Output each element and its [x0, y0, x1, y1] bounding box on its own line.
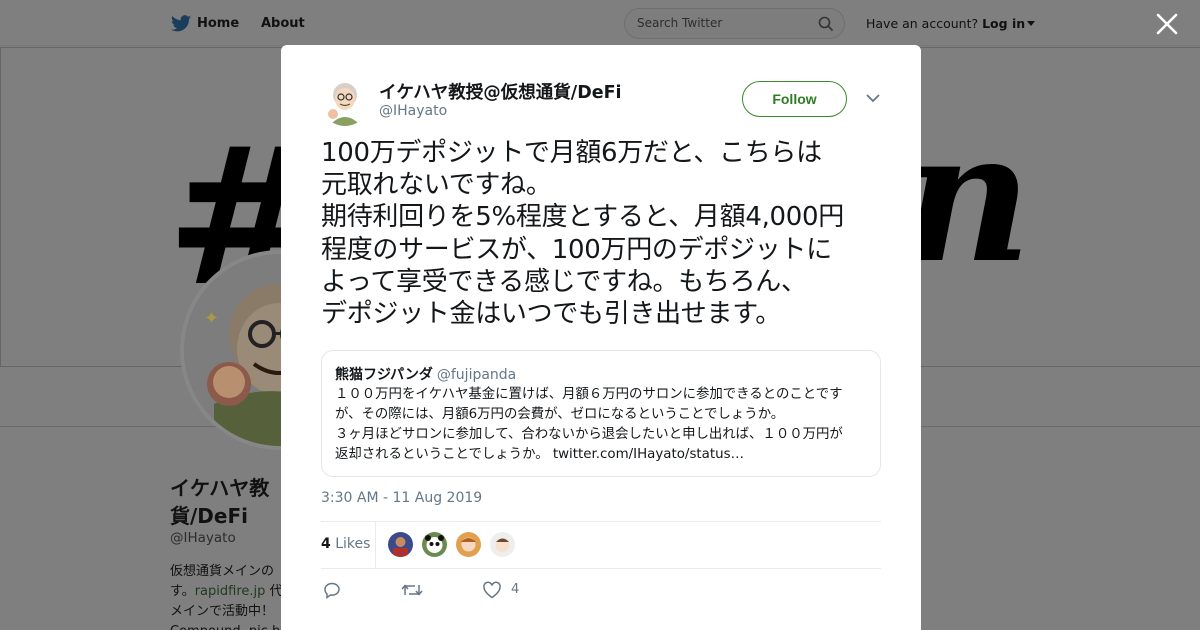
chevron-down-icon[interactable] [1027, 21, 1036, 26]
quoted-tweet[interactable]: 熊猫フジパンダ @fujipanda １００万円をイケハヤ基金に置けば、月額６万円… [321, 350, 881, 477]
profile-name: イケハヤ教 貨/DeFi [170, 476, 270, 528]
likes-stat[interactable]: 4 Likes [321, 536, 370, 552]
bio-text: 代 [265, 584, 283, 599]
login-link[interactable]: Log in [982, 16, 1025, 31]
author-avatar[interactable] [321, 78, 369, 126]
retweet-icon[interactable] [401, 581, 423, 599]
liker-avatar[interactable] [388, 532, 413, 557]
chevron-down-icon[interactable] [866, 93, 880, 103]
twitter-bird-icon[interactable] [170, 13, 192, 35]
bio-line: す。rapidfire.jp 代 [170, 582, 290, 602]
divider [321, 568, 881, 569]
tweet-modal: イケハヤ教授@仮想通貨/DeFi @IHayato Follow 100万デポジ… [281, 45, 921, 630]
like-count: 4 [511, 582, 520, 597]
tweet-text: 100万デポジットで月額6万だと、こちらは 元取れないですね。 期待利回りを5%… [321, 138, 844, 330]
liker-avatar[interactable] [422, 532, 448, 557]
heart-icon[interactable] [482, 581, 502, 599]
account-prompt: Have an account? Log in [866, 16, 1036, 31]
bio-line: メインで活動中！ [170, 604, 275, 619]
top-navigation-bar: Home About Search Twitter Have an accoun… [0, 0, 1200, 46]
follow-button[interactable]: Follow [742, 81, 847, 117]
tweet-timestamp[interactable]: 3:30 AM - 11 Aug 2019 [321, 490, 482, 506]
quoted-author: 熊猫フジパンダ @fujipanda [335, 364, 516, 384]
quoted-tweet-text: １００万円をイケハヤ基金に置けば、月額６万円のサロンに参加できるとのことです が… [335, 387, 843, 462]
divider [375, 522, 376, 569]
likes-label: Likes [335, 536, 371, 552]
likes-count: 4 [321, 536, 331, 552]
liker-avatar[interactable] [490, 532, 516, 557]
have-account-text: Have an account? [866, 16, 979, 31]
author-handle[interactable]: @IHayato [379, 103, 447, 119]
likers-avatars [388, 532, 519, 558]
search-input[interactable]: Search Twitter [637, 16, 722, 30]
reply-icon[interactable] [323, 581, 341, 599]
divider [321, 521, 881, 522]
profile-handle: @IHayato [170, 530, 236, 546]
nav-about-link[interactable]: About [261, 16, 305, 31]
nav-home-link[interactable]: Home [197, 16, 239, 31]
author-name[interactable]: イケハヤ教授@仮想通貨/DeFi [379, 79, 622, 104]
quoted-author-handle: @fujipanda [436, 367, 517, 383]
bio-link[interactable]: rapidfire.jp [195, 584, 266, 599]
liker-avatar[interactable] [456, 532, 482, 557]
profile-bio: 仮想通貨メインの す。rapidfire.jp 代 メインで活動中！ Compo… [170, 562, 290, 630]
quoted-author-name: 熊猫フジパンダ [335, 367, 433, 383]
close-icon[interactable] [1154, 11, 1180, 37]
bio-line: 仮想通貨メインの [170, 564, 275, 579]
svg-text:✦: ✦ [204, 308, 219, 329]
bio-line: Compound, pic by [170, 622, 290, 630]
search-box[interactable]: Search Twitter [624, 8, 845, 39]
professor-avatar-icon [321, 78, 369, 126]
search-icon[interactable] [818, 16, 834, 32]
bio-text: す。 [170, 584, 195, 599]
